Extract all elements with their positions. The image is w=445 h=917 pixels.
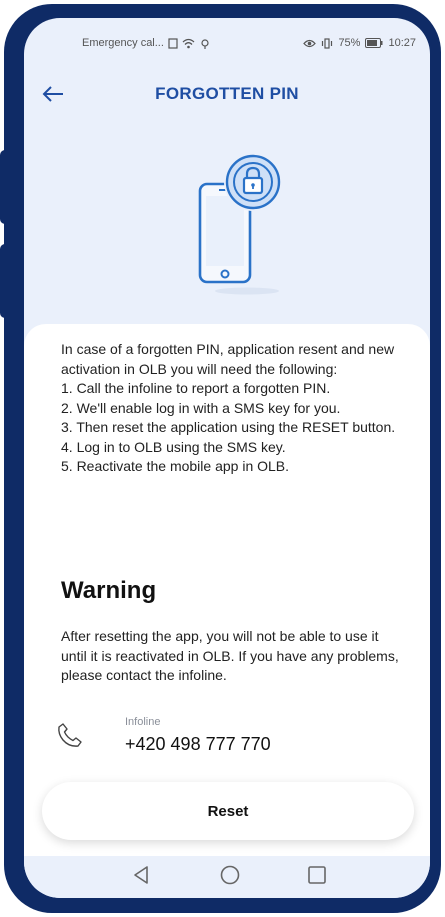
phone-lock-icon (198, 153, 282, 295)
status-bar: Emergency cal... 75% 10:27 (24, 18, 430, 56)
system-navbar (24, 858, 430, 898)
step-4: 4. Log in to OLB using the SMS key. (61, 438, 286, 455)
carrier-text: Emergency cal... (82, 37, 164, 49)
reset-button[interactable]: Reset (42, 782, 414, 840)
content-card: In case of a forgotten PIN, application … (24, 324, 430, 856)
step-5: 5. Reactivate the mobile app in OLB. (61, 458, 290, 474)
warning-text: After resetting the app, you will not be… (61, 628, 399, 683)
vibrate-icon (322, 37, 333, 49)
warning-heading: Warning (61, 577, 157, 604)
infoline-number[interactable]: +420 498 777 770 (125, 734, 271, 755)
recents-square-icon[interactable] (304, 862, 330, 888)
side-button-lower (0, 244, 14, 318)
header: FORGOTTEN PIN (24, 74, 430, 114)
step-1: 1. Call the infoline to report a forgott… (61, 380, 331, 396)
infoline-contact[interactable]: Infoline +420 498 777 770 (57, 714, 357, 764)
home-circle-icon[interactable] (217, 862, 243, 888)
status-left: Emergency cal... (82, 37, 211, 49)
battery-percent: 75% (338, 37, 361, 49)
battery-icon (365, 38, 383, 48)
clock: 10:27 (388, 37, 416, 49)
hotspot-icon (201, 38, 209, 49)
intro-text: In case of a forgotten PIN, application … (61, 341, 395, 377)
back-triangle-icon[interactable] (129, 862, 155, 888)
step-3: 3. Then reset the application using the … (61, 419, 396, 435)
phone-icon (58, 723, 82, 747)
eye-icon (303, 39, 317, 47)
infoline-label: Infoline (125, 716, 161, 728)
step-2: 2. We'll enable log in with a SMS key fo… (61, 399, 341, 416)
sim-icon (168, 37, 178, 49)
wifi-icon (182, 38, 195, 48)
side-button-upper (0, 150, 14, 224)
page-title: FORGOTTEN PIN (155, 84, 299, 103)
screen: Emergency cal... 75% 10:27 FORGOTTEN PIN (24, 18, 430, 898)
status-right: 75% 10:27 (303, 37, 416, 49)
intro-section: In case of a forgotten PIN, application … (61, 340, 401, 477)
